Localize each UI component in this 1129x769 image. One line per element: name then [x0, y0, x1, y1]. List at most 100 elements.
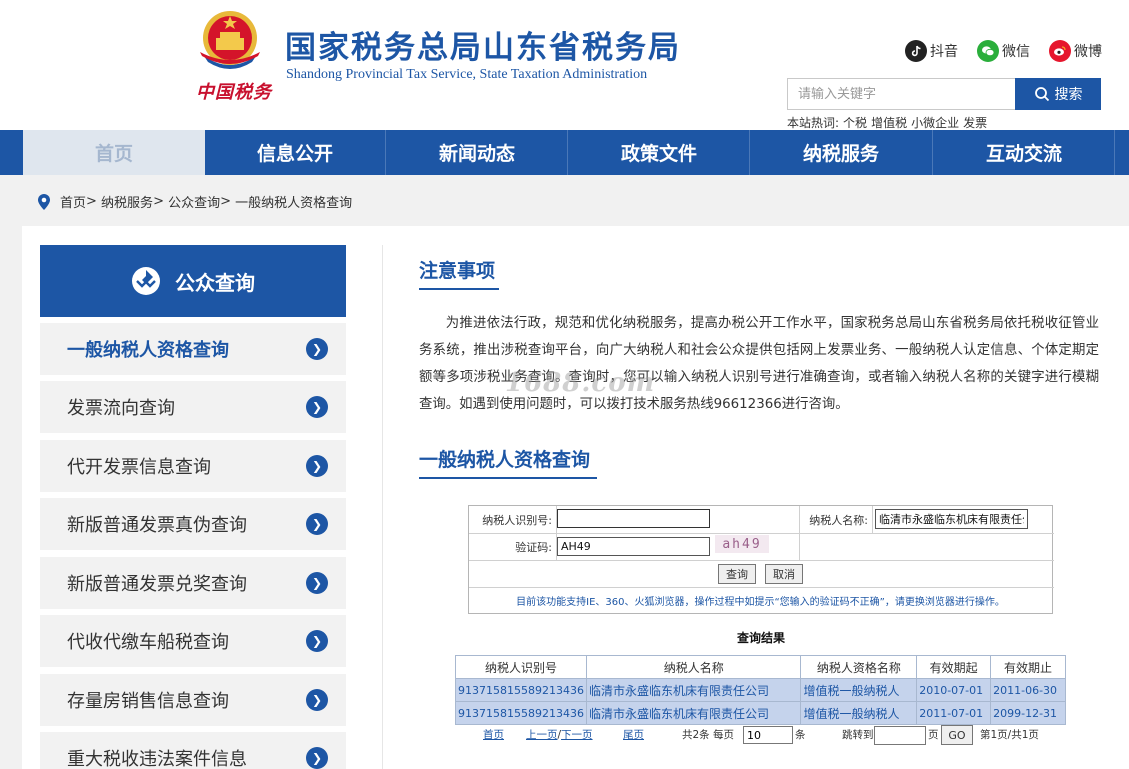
breadcrumb-current[interactable]: 一般纳税人资格查询 [235, 192, 352, 211]
results-table: 纳税人识别号 纳税人名称 纳税人资格名称 有效期起 有效期止 913715815… [455, 655, 1066, 725]
sidebar-item-proxy-invoice[interactable]: 代开发票信息查询 ❯ [40, 440, 346, 492]
column-header: 纳税人名称 [585, 655, 802, 679]
cell-valid-from: 2011-07-01 [916, 701, 992, 725]
query-title: 一般纳税人资格查询 [419, 449, 591, 471]
tiktok-icon [905, 40, 927, 62]
nav-info-public[interactable]: 信息公开 [204, 130, 386, 175]
pager-first[interactable]: 首页 [483, 727, 504, 742]
table-row[interactable]: 913715815589213436 临清市永盛临东机床有限责任公司 增值税一般… [455, 678, 1066, 702]
search-button[interactable]: 搜索 [1015, 78, 1101, 110]
column-header: 有效期起 [916, 655, 992, 679]
watermark: 1688.com [505, 368, 656, 398]
breadcrumb-public-query[interactable]: 公众查询 [168, 192, 220, 211]
column-header: 纳税人资格名称 [800, 655, 918, 679]
nav-policy[interactable]: 政策文件 [568, 130, 750, 175]
hotword-link[interactable]: 个税 [843, 116, 867, 130]
location-pin-icon [38, 193, 50, 210]
captcha-input[interactable] [557, 537, 710, 556]
chevron-right-icon: ❯ [306, 513, 328, 535]
hotwords-label: 本站热词: [787, 116, 840, 130]
pager-prev-next: 上一页/下一页 [526, 727, 593, 742]
search-input[interactable] [787, 78, 1016, 110]
column-header: 纳税人识别号 [455, 655, 587, 679]
pager-page-info: 第1页/共1页 [980, 729, 1039, 741]
breadcrumb-tax-service[interactable]: 纳税服务 [101, 192, 153, 211]
pager-jump-label: 跳转到 [842, 729, 874, 741]
social-label: 抖音 [930, 44, 958, 60]
chevron-right-icon: ❯ [306, 396, 328, 418]
sidebar-item-housing-sales[interactable]: 存量房销售信息查询 ❯ [40, 674, 346, 726]
nav-interaction[interactable]: 互动交流 [933, 130, 1115, 175]
sidebar-item-label: 存量房销售信息查询 [67, 691, 229, 712]
sidebar-item-tax-violation[interactable]: 重大税收违法案件信息 ❯ [40, 732, 346, 769]
site-header: 中国税务 国家税务总局山东省税务局 Shandong Provincial Ta… [0, 0, 1129, 130]
social-weibo[interactable]: 微博 [1049, 40, 1102, 62]
sidebar-item-label: 新版普通发票真伪查询 [67, 515, 247, 536]
taxpayer-id-input[interactable] [557, 509, 710, 528]
captcha-image[interactable]: ah49 [715, 535, 769, 553]
sidebar-item-vehicle-tax[interactable]: 代收代缴车船税查询 ❯ [40, 615, 346, 667]
cell-taxpayer-name: 临清市永盛临东机床有限责任公司 [585, 678, 802, 702]
hotword-link[interactable]: 发票 [963, 116, 987, 130]
hotword-link[interactable]: 小微企业 [911, 116, 959, 130]
sidebar-item-general-taxpayer[interactable]: 一般纳税人资格查询 ❯ [40, 323, 346, 375]
sidebar-item-label: 重大税收违法案件信息 [67, 749, 247, 769]
site-subtitle: Shandong Provincial Tax Service, State T… [286, 67, 648, 82]
social-wechat[interactable]: 微信 [977, 40, 1030, 62]
cell-valid-from: 2010-07-01 [916, 678, 992, 702]
nav-tax-service[interactable]: 纳税服务 [750, 130, 932, 175]
cancel-button[interactable]: 取消 [765, 564, 803, 584]
nav-news[interactable]: 新闻动态 [386, 130, 568, 175]
pager-last[interactable]: 尾页 [623, 727, 644, 742]
nav-home[interactable]: 首页 [23, 130, 205, 175]
chevron-right-icon: ❯ [306, 455, 328, 477]
sidebar-item-label: 发票流向查询 [67, 398, 175, 419]
wechat-icon [977, 40, 999, 62]
captcha-label: 验证码: [469, 534, 557, 561]
social-label: 微博 [1074, 44, 1102, 60]
chevron-right-icon: ❯ [306, 630, 328, 652]
table-header-row: 纳税人识别号 纳税人名称 纳税人资格名称 有效期起 有效期止 [455, 655, 1066, 679]
table-row[interactable]: 913715815589213436 临清市永盛临东机床有限责任公司 增值税一般… [455, 701, 1066, 725]
social-tiktok[interactable]: 抖音 [905, 40, 958, 62]
query-title-underline [419, 477, 597, 479]
taxpayer-name-input[interactable] [875, 509, 1028, 529]
cell-qualification: 增值税一般纳税人 [800, 678, 918, 702]
pager-prev[interactable]: 上一页 [526, 729, 558, 741]
go-button[interactable]: GO [941, 725, 973, 745]
notice-title-underline [419, 288, 499, 290]
results-title: 查询结果 [737, 631, 786, 645]
national-emblem-icon [200, 11, 260, 69]
cell-qualification: 增值税一般纳税人 [800, 701, 918, 725]
pager-jump-unit: 页 [928, 729, 939, 741]
chevron-right-icon: ❯ [306, 689, 328, 711]
sidebar-item-invoice-authenticity[interactable]: 新版普通发票真伪查询 ❯ [40, 498, 346, 550]
cell-taxpayer-id: 913715815589213436 [455, 678, 587, 702]
site-title[interactable]: 国家税务总局山东省税务局 [285, 22, 681, 67]
pager-next[interactable]: 下一页 [561, 729, 593, 741]
cell-valid-to: 2099-12-31 [990, 701, 1066, 725]
empty-cell [800, 534, 1054, 561]
hotword-link[interactable]: 增值税 [871, 116, 907, 130]
pager-total: 共2条 每页 [682, 729, 735, 741]
sidebar-item-invoice-flow[interactable]: 发票流向查询 ❯ [40, 381, 346, 433]
chevron-right-icon: ❯ [306, 747, 328, 769]
hotwords: 本站热词: 个税 增值税 小微企业 发票 [787, 114, 991, 131]
weibo-icon [1049, 40, 1071, 62]
notice-text: 为推进依法行政，规范和优化纳税服务，提高办税公开工作水平，国家税务总局山东省税务… [419, 316, 1099, 412]
breadcrumb-sep: > [153, 194, 169, 209]
sidebar-item-label: 代开发票信息查询 [67, 457, 211, 478]
sidebar-header: 公众查询 [40, 245, 346, 317]
breadcrumb-home[interactable]: 首页 [60, 192, 86, 211]
notice-title: 注意事项 [419, 260, 496, 282]
breadcrumb-sep: > [86, 194, 102, 209]
jump-page-input[interactable] [874, 726, 926, 745]
content-divider [382, 245, 383, 769]
sidebar-item-invoice-lottery[interactable]: 新版普通发票兑奖查询 ❯ [40, 557, 346, 609]
cell-taxpayer-id: 913715815589213436 [455, 701, 587, 725]
social-label: 微信 [1002, 44, 1030, 60]
breadcrumb-sep: > [220, 194, 236, 209]
button-row [469, 561, 1054, 588]
per-page-input[interactable] [743, 726, 793, 744]
query-button[interactable]: 查询 [718, 564, 756, 584]
